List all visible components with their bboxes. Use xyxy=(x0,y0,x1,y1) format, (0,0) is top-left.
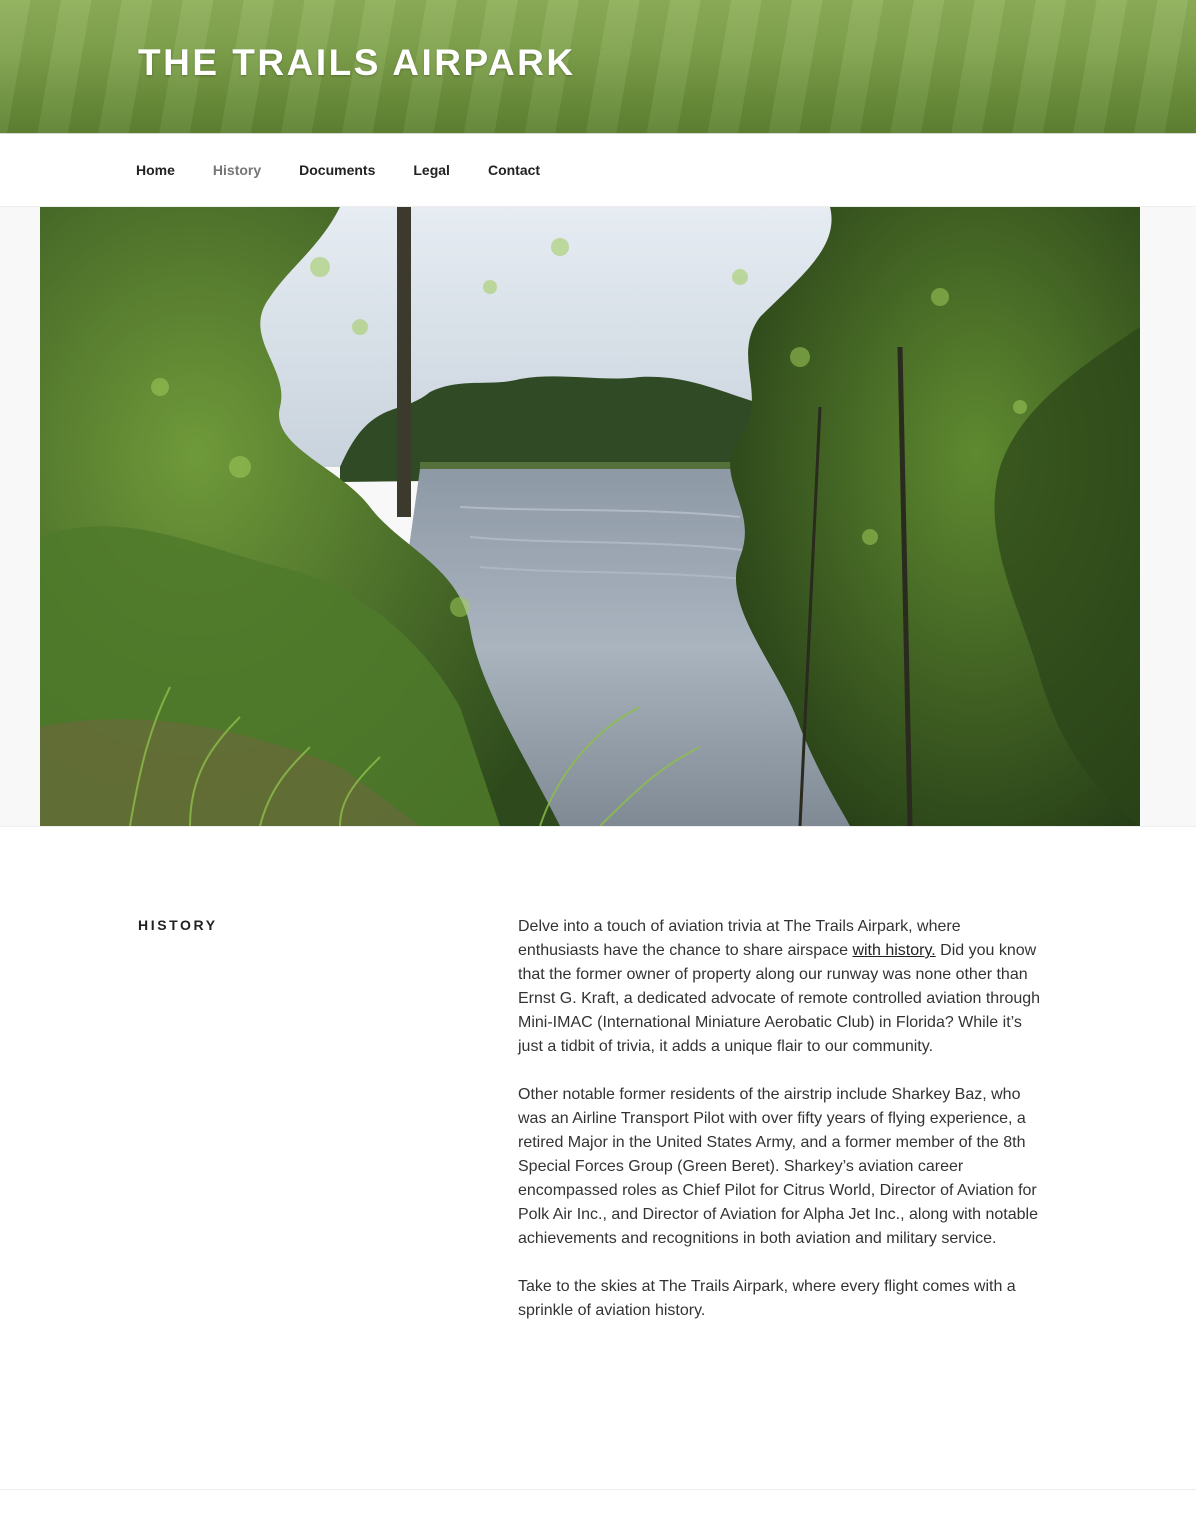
main-navigation: Home History Documents Legal Contact xyxy=(0,134,1196,207)
site-title[interactable]: THE TRAILS AIRPARK xyxy=(138,42,576,84)
nav-item-documents[interactable]: Documents xyxy=(299,162,375,178)
nav-item-history[interactable]: History xyxy=(213,162,261,178)
page-title: HISTORY xyxy=(138,917,218,933)
featured-image xyxy=(40,207,1140,826)
entry-content: Delve into a touch of aviation trivia at… xyxy=(518,915,1044,1347)
site-header: THE TRAILS AIRPARK xyxy=(0,0,1196,134)
footer-divider xyxy=(0,1489,1196,1490)
with-history-link[interactable]: with history. xyxy=(852,942,935,959)
paragraph-2: Other notable former residents of the ai… xyxy=(518,1086,1038,1247)
paragraph-3: Take to the skies at The Trails Airpark,… xyxy=(518,1278,1016,1319)
nav-list: Home History Documents Legal Contact xyxy=(136,162,578,178)
nav-item-home[interactable]: Home xyxy=(136,162,175,178)
featured-image-area xyxy=(0,207,1196,827)
nav-item-contact[interactable]: Contact xyxy=(488,162,540,178)
paragraph-1: Delve into a touch of aviation trivia at… xyxy=(518,915,1044,1059)
nav-item-legal[interactable]: Legal xyxy=(413,162,450,178)
river-scene-image xyxy=(40,207,1140,826)
